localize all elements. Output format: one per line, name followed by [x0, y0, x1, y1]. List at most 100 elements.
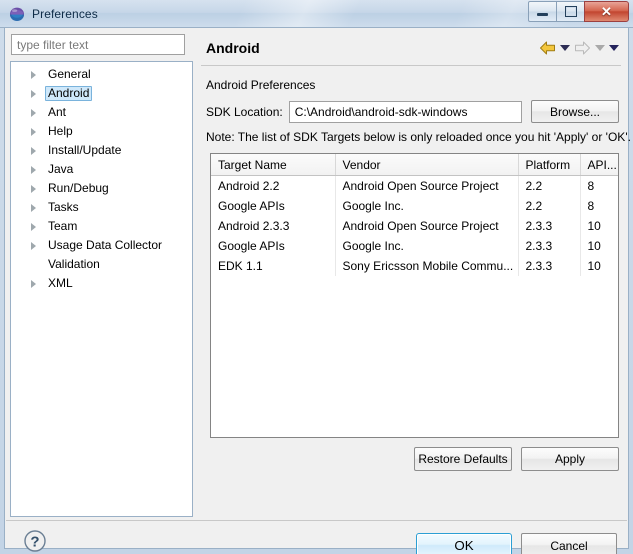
cell-vendor: Google Inc. — [335, 236, 519, 256]
preferences-window: Preferences ✕ General — [0, 0, 633, 554]
expand-arrow-icon[interactable] — [31, 241, 36, 250]
title-bar-left: Preferences — [9, 0, 98, 27]
cell-vendor: Google Inc. — [335, 196, 519, 216]
close-button[interactable]: ✕ — [584, 1, 629, 22]
table-row[interactable]: Google APIs Google Inc. 2.2 8 — [211, 196, 618, 216]
expand-arrow-icon[interactable] — [31, 127, 36, 136]
window-controls: ✕ — [528, 1, 629, 22]
restore-defaults-button[interactable]: Restore Defaults — [414, 447, 512, 471]
view-menu-chevron-down-icon[interactable] — [609, 45, 619, 51]
table-row[interactable]: Google APIs Google Inc. 2.3.3 10 — [211, 236, 618, 256]
cell-platform: 2.2 — [518, 175, 581, 196]
expand-arrow-icon[interactable] — [31, 108, 36, 117]
sidebar-item-label: Install/Update — [48, 143, 122, 157]
sidebar-item-label: Run/Debug — [48, 181, 109, 195]
dialog-footer-buttons: OK Cancel — [416, 533, 617, 554]
sidebar-item-label: Help — [48, 124, 73, 138]
title-separator — [201, 65, 621, 66]
forward-arrow-icon — [575, 41, 590, 55]
restore-icon — [564, 6, 577, 17]
cell-target-name: Google APIs — [211, 236, 336, 256]
sidebar-item-help[interactable]: Help — [11, 122, 192, 141]
sidebar-item-label: Team — [48, 219, 78, 233]
browse-button[interactable]: Browse... — [531, 100, 619, 123]
expand-arrow-icon[interactable] — [31, 165, 36, 174]
column-header-target-name[interactable]: Target Name — [211, 154, 336, 176]
sdk-targets-table[interactable]: Target Name Vendor Platform API... Andro… — [210, 153, 619, 438]
table-row[interactable]: Android 2.3.3 Android Open Source Projec… — [211, 216, 618, 236]
cell-api: 8 — [587, 199, 595, 213]
expand-arrow-icon[interactable] — [31, 203, 36, 212]
eclipse-globe-icon — [10, 7, 24, 21]
column-header-api[interactable]: API... — [580, 154, 618, 176]
sidebar-item-label: Usage Data Collector — [48, 238, 163, 252]
section-label: Android Preferences — [206, 78, 316, 92]
cell-api: 8 — [587, 179, 595, 193]
sdk-reload-note: Note: The list of SDK Targets below is o… — [206, 130, 631, 144]
apply-button-row: Restore Defaults Apply — [414, 447, 619, 471]
sidebar-item-install-update[interactable]: Install/Update — [11, 141, 192, 160]
back-arrow-icon[interactable] — [539, 41, 556, 55]
sidebar-item-usage-data-collector[interactable]: Usage Data Collector — [11, 236, 192, 255]
table-body: Android 2.2 Android Open Source Project … — [211, 175, 618, 276]
preferences-tree[interactable]: General Android Ant Help Install/Update — [10, 61, 193, 517]
sdk-location-row: SDK Location: Browse... — [206, 100, 619, 123]
cell-vendor: Android Open Source Project — [335, 175, 519, 196]
footer-separator — [6, 520, 627, 521]
cell-platform: 2.3.3 — [518, 216, 581, 236]
cell-api: 10 — [587, 259, 601, 273]
sidebar-item-label: Validation — [48, 257, 100, 271]
table-row[interactable]: EDK 1.1 Sony Ericsson Mobile Commu... 2.… — [211, 256, 618, 276]
expand-arrow-icon[interactable] — [31, 70, 36, 79]
sidebar-item-run-debug[interactable]: Run/Debug — [11, 179, 192, 198]
expand-arrow-icon[interactable] — [31, 146, 36, 155]
sidebar-item-label: Tasks — [48, 200, 79, 214]
cell-vendor: Sony Ericsson Mobile Commu... — [335, 256, 519, 276]
column-header-platform[interactable]: Platform — [518, 154, 581, 176]
expand-arrow-icon[interactable] — [31, 89, 36, 98]
ok-button[interactable]: OK — [416, 533, 512, 554]
dialog-body: General Android Ant Help Install/Update — [4, 28, 631, 554]
cell-platform: 2.3.3 — [518, 236, 581, 256]
expand-arrow-icon[interactable] — [31, 222, 36, 231]
sidebar-item-xml[interactable]: XML — [11, 274, 192, 293]
sidebar-item-android[interactable]: Android — [11, 84, 192, 103]
sidebar-item-label: Android — [45, 86, 93, 101]
sidebar-item-general[interactable]: General — [11, 65, 192, 84]
forward-history-chevron-down-icon — [595, 45, 605, 51]
cell-target-name: EDK 1.1 — [211, 256, 336, 276]
sdk-location-input[interactable] — [288, 100, 522, 123]
window-title: Preferences — [32, 7, 98, 21]
sidebar-item-java[interactable]: Java — [11, 160, 192, 179]
minimize-button[interactable] — [528, 1, 557, 22]
question-mark-help-icon[interactable]: ? — [23, 529, 47, 553]
filter-input[interactable] — [11, 34, 185, 55]
cell-api: 10 — [587, 239, 601, 253]
title-bar: Preferences ✕ — [0, 0, 633, 28]
svg-text:?: ? — [30, 533, 39, 550]
cell-vendor: Android Open Source Project — [335, 216, 519, 236]
cell-api: 10 — [587, 219, 601, 233]
sdk-location-label: SDK Location: — [206, 104, 283, 119]
sidebar-item-label: Ant — [48, 105, 67, 119]
minimize-icon — [537, 13, 548, 16]
cancel-button[interactable]: Cancel — [521, 533, 617, 554]
sidebar-item-label: Java — [48, 162, 74, 176]
preferences-sidebar: General Android Ant Help Install/Update — [10, 32, 193, 517]
sidebar-item-team[interactable]: Team — [11, 217, 192, 236]
navigation-toolbar — [539, 41, 619, 55]
expand-arrow-icon[interactable] — [31, 184, 36, 193]
table-row[interactable]: Android 2.2 Android Open Source Project … — [211, 175, 618, 196]
expand-arrow-icon[interactable] — [31, 279, 36, 288]
sidebar-item-ant[interactable]: Ant — [11, 103, 192, 122]
page-title: Android — [206, 40, 260, 56]
restore-button[interactable] — [556, 1, 585, 22]
apply-button[interactable]: Apply — [521, 447, 619, 471]
preferences-content-pane: Android Android Preferences SDK Location… — [199, 32, 631, 517]
sidebar-item-validation[interactable]: Validation — [11, 255, 192, 274]
close-icon: ✕ — [601, 4, 612, 19]
sidebar-item-tasks[interactable]: Tasks — [11, 198, 192, 217]
column-header-vendor[interactable]: Vendor — [335, 154, 519, 176]
back-history-chevron-down-icon[interactable] — [560, 45, 570, 51]
cell-target-name: Android 2.3.3 — [211, 216, 336, 236]
